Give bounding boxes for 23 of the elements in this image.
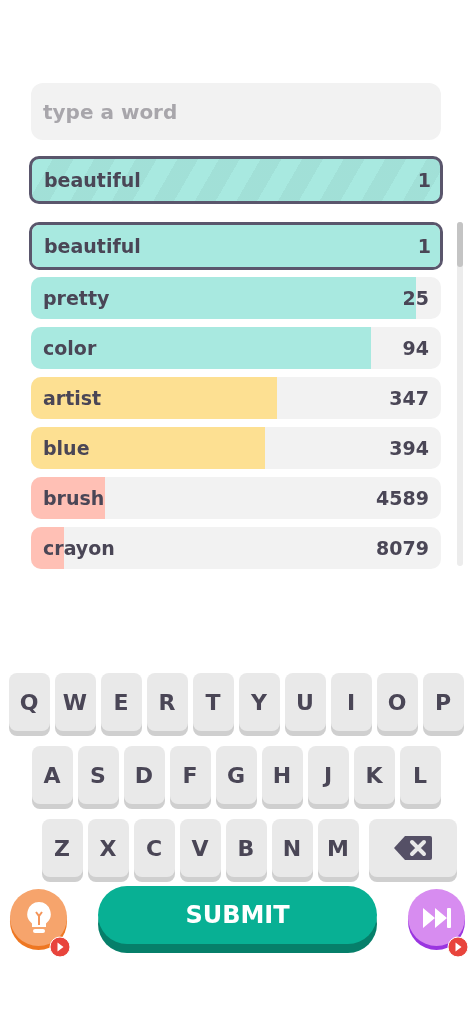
guess-rank: 394 (389, 437, 429, 459)
guess-word: beautiful (44, 169, 141, 191)
guess-word: color (43, 337, 97, 359)
guess-rank: 1 (417, 235, 431, 257)
guess-word: artist (43, 387, 102, 409)
guess-word: brush (43, 487, 105, 509)
guess-rank: 4589 (376, 487, 429, 509)
guess-rank: 1 (417, 169, 431, 191)
guess-word: beautiful (44, 235, 141, 257)
fast-forward-icon (421, 906, 452, 929)
guess-rank: 94 (402, 337, 429, 359)
backspace-icon (392, 835, 433, 861)
lightbulb-icon (25, 900, 52, 935)
guess-rank: 347 (389, 387, 429, 409)
play-video-icon (447, 936, 469, 958)
word-input-field[interactable]: type a word (31, 83, 441, 140)
guess-rank: 25 (402, 287, 429, 309)
guess-word: pretty (43, 287, 110, 309)
guess-rank: 8079 (376, 537, 429, 559)
guess-word: blue (43, 437, 90, 459)
scrollbar[interactable] (457, 222, 463, 566)
guess-word: crayon (43, 537, 115, 559)
play-video-icon (49, 936, 71, 958)
